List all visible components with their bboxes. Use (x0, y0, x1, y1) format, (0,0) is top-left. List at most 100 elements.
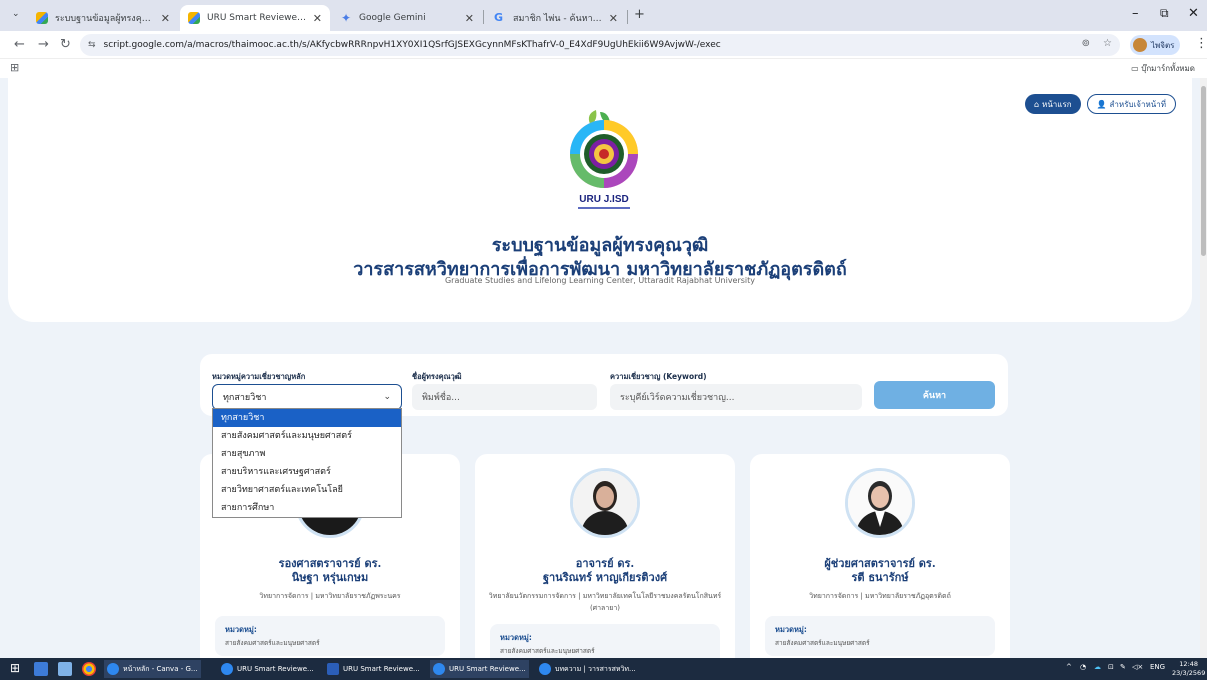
tray-chevron-icon[interactable]: ^ (1066, 663, 1072, 671)
site-info-icon[interactable]: ⇆ (88, 40, 96, 50)
header-banner: ⌂ หน้าแรก 👤 สำหรับเจ้าหน้าที่ URU J.ISD (8, 78, 1192, 322)
uru-icon (188, 12, 200, 24)
expert-card[interactable]: อาจารย์ ดร. ฐานริณทร์ หาญเกียรติวงศ์ วิท… (475, 454, 735, 658)
expert-name: รตี ธนารักษ์ (851, 571, 909, 584)
profile-button[interactable]: ไพจิตร (1130, 35, 1181, 55)
close-tab-icon[interactable]: ✕ (609, 12, 618, 25)
nav-admin-button[interactable]: 👤 สำหรับเจ้าหน้าที่ (1086, 94, 1176, 114)
tab-divider (627, 10, 628, 24)
expert-name: นิษฐา หรุ่นเกษม (291, 571, 369, 584)
taskbar-app[interactable]: URU Smart Reviewe... (324, 660, 423, 678)
category-dropdown-list: ทุกสายวิชา สายสังคมศาสตร์และมนุษยศาสตร์ … (212, 408, 402, 518)
dropdown-option[interactable]: สายสุขภาพ (213, 445, 401, 463)
close-window-icon[interactable]: ✕ (1188, 6, 1199, 21)
expert-affiliation: วิทยาการจัดการ | มหาวิทยาลัยราชภัฏพระนคร (259, 592, 401, 600)
reload-icon[interactable]: ↻ (60, 37, 71, 52)
calculator-icon[interactable] (58, 662, 72, 676)
expert-name: ฐานริณทร์ หาญเกียรติวงศ์ (542, 571, 668, 584)
minimize-icon[interactable]: – (1132, 6, 1139, 21)
home-icon: ⌂ (1033, 99, 1040, 109)
keyword-label: ความเชี่ยวชาญ (Keyword) (610, 372, 707, 381)
tab-0[interactable]: ระบบฐานข้อมูลผู้ทรงคุณวุฒิ วารสาร... ✕ (28, 5, 178, 31)
taskbar-app[interactable]: URU Smart Reviewe... (430, 660, 529, 678)
dropdown-option[interactable]: สายการศึกษา (213, 499, 401, 517)
tab-title: Google Gemini (359, 13, 426, 23)
uru-icon (36, 12, 48, 24)
page-subtitle: Graduate Studies and Lifelong Learning C… (444, 276, 756, 285)
volume-icon[interactable]: ◁× (1132, 663, 1143, 671)
kebab-menu-icon[interactable]: ⋮ (1195, 36, 1207, 51)
page-scrollbar[interactable] (1200, 78, 1207, 658)
apps-grid-icon[interactable]: ⊞ (10, 61, 19, 74)
tab-search-chevron-icon[interactable]: ⌄ (12, 9, 20, 19)
name-placeholder: พิมพ์ชื่อ... (422, 393, 460, 403)
dropdown-option[interactable]: สายบริหารและเศรษฐศาสตร์ (213, 463, 401, 481)
chevron-down-icon: ⌄ (383, 392, 391, 402)
chrome-icon (221, 663, 233, 675)
keyword-input[interactable]: ระบุคีย์เวิร์ดความเชี่ยวชาญ... (610, 384, 862, 410)
address-bar[interactable]: ⇆ script.google.com/a/macros/thaimooc.ac… (80, 34, 1120, 56)
dropdown-option[interactable]: ทุกสายวิชา (213, 409, 401, 427)
url-text[interactable]: script.google.com/a/macros/thaimooc.ac.t… (104, 40, 721, 50)
tray-app-icon[interactable]: ◔ (1080, 663, 1086, 671)
tab-title: URU Smart Reviewer Hub (207, 13, 307, 23)
chrome-icon[interactable] (82, 662, 96, 676)
user-icon: 👤 (1096, 99, 1107, 109)
bookmark-star-icon[interactable]: ☆ (1103, 38, 1112, 49)
top-nav: ⌂ หน้าแรก 👤 สำหรับเจ้าหน้าที่ (1024, 94, 1176, 114)
chrome-icon (433, 663, 445, 675)
onedrive-icon[interactable]: ☁ (1094, 663, 1101, 671)
taskview-icon[interactable] (34, 662, 48, 676)
expert-affiliation: วิทยาลัยนวัตกรรมการจัดการ | มหาวิทยาลัยเ… (488, 592, 722, 612)
tab-title: สมาชิก ไพ่น - ค้นหาด้วย Google (513, 14, 603, 24)
search-panel: หมวดหมู่ความเชี่ยวชาญหลัก ทุกสายวิชา ⌄ ช… (200, 354, 1008, 416)
taskbar-app[interactable]: หน้าหลัก - Canva - G... (104, 660, 201, 678)
category-label: หมวดหมู่ความเชี่ยวชาญหลัก (212, 372, 306, 381)
clock-time: 12:48 (1179, 660, 1199, 668)
back-icon[interactable]: ← (14, 37, 25, 52)
tab-2[interactable]: ✦ Google Gemini ✕ (332, 5, 482, 31)
taskbar-app[interactable]: URU Smart Reviewe... (218, 660, 317, 678)
taskbar-app[interactable]: บทความ | วารสารสหวิท... (536, 660, 639, 678)
extension-icon[interactable]: ⊚ (1082, 38, 1090, 49)
expert-category-box: หมวดหมู่: สายสังคมศาสตร์และมนุษยศาสตร์ (490, 624, 720, 658)
close-tab-icon[interactable]: ✕ (465, 12, 474, 25)
category-heading: หมวดหมู่: (225, 625, 257, 634)
dropdown-option[interactable]: สายสังคมศาสตร์และมนุษยศาสตร์ (213, 427, 401, 445)
tab-1[interactable]: URU Smart Reviewer Hub ✕ (180, 5, 330, 31)
clock-date: 23/3/2569 (1172, 669, 1206, 677)
tab-3[interactable]: G สมาชิก ไพ่น - ค้นหาด้วย Google ✕ (486, 5, 626, 31)
forward-icon[interactable]: → (38, 37, 49, 52)
category-value: สายสังคมศาสตร์และมนุษยศาสตร์ (775, 639, 870, 647)
restore-icon[interactable]: ⧉ (1160, 6, 1169, 21)
clock[interactable]: 12:48 23/3/2569 (1172, 660, 1205, 678)
logo-text: URU J.ISD (579, 194, 628, 205)
chrome-icon (539, 663, 551, 675)
category-value: สายสังคมศาสตร์และมนุษยศาสตร์ (500, 647, 595, 655)
new-tab-button[interactable]: + (634, 7, 645, 22)
network-icon[interactable]: ⊡ (1108, 663, 1114, 671)
expert-card[interactable]: ผู้ช่วยศาสตราจารย์ ดร. รตี ธนารักษ์ วิทย… (750, 454, 1010, 658)
close-tab-icon[interactable]: ✕ (161, 12, 170, 25)
tab-strip: ⌄ ระบบฐานข้อมูลผู้ทรงคุณวุฒิ วารสาร... ✕… (0, 0, 1207, 31)
category-select[interactable]: ทุกสายวิชา ⌄ (212, 384, 402, 410)
search-button[interactable]: ค้นหา (874, 381, 995, 409)
scrollbar-thumb[interactable] (1201, 86, 1206, 256)
category-heading: หมวดหมู่: (775, 625, 807, 634)
close-tab-icon[interactable]: ✕ (313, 12, 322, 25)
chrome-icon (107, 663, 119, 675)
nav-home-button[interactable]: ⌂ หน้าแรก (1024, 94, 1081, 114)
pen-icon[interactable]: ✎ (1120, 663, 1126, 671)
profile-name: ไพจิตร (1151, 40, 1175, 50)
avatar (1133, 38, 1147, 52)
name-input[interactable]: พิมพ์ชื่อ... (412, 384, 597, 410)
keyword-placeholder: ระบุคีย์เวิร์ดความเชี่ยวชาญ... (620, 393, 735, 403)
tab-title: ระบบฐานข้อมูลผู้ทรงคุณวุฒิ วารสาร... (55, 14, 155, 24)
category-selected-value: ทุกสายวิชา (223, 393, 267, 403)
dropdown-option[interactable]: สายวิทยาศาสตร์และเทคโนโลยี (213, 481, 401, 499)
input-language[interactable]: ENG (1150, 663, 1165, 671)
all-bookmarks-folder[interactable]: ▭ บุ๊กมาร์กทั้งหมด (1131, 62, 1195, 75)
taskbar: ⊞ หน้าหลัก - Canva - G... URU Smart Revi… (0, 658, 1207, 680)
expert-category-box: หมวดหมู่: สายสังคมศาสตร์และมนุษยศาสตร์ (765, 616, 995, 656)
windows-start-icon[interactable]: ⊞ (10, 661, 24, 675)
